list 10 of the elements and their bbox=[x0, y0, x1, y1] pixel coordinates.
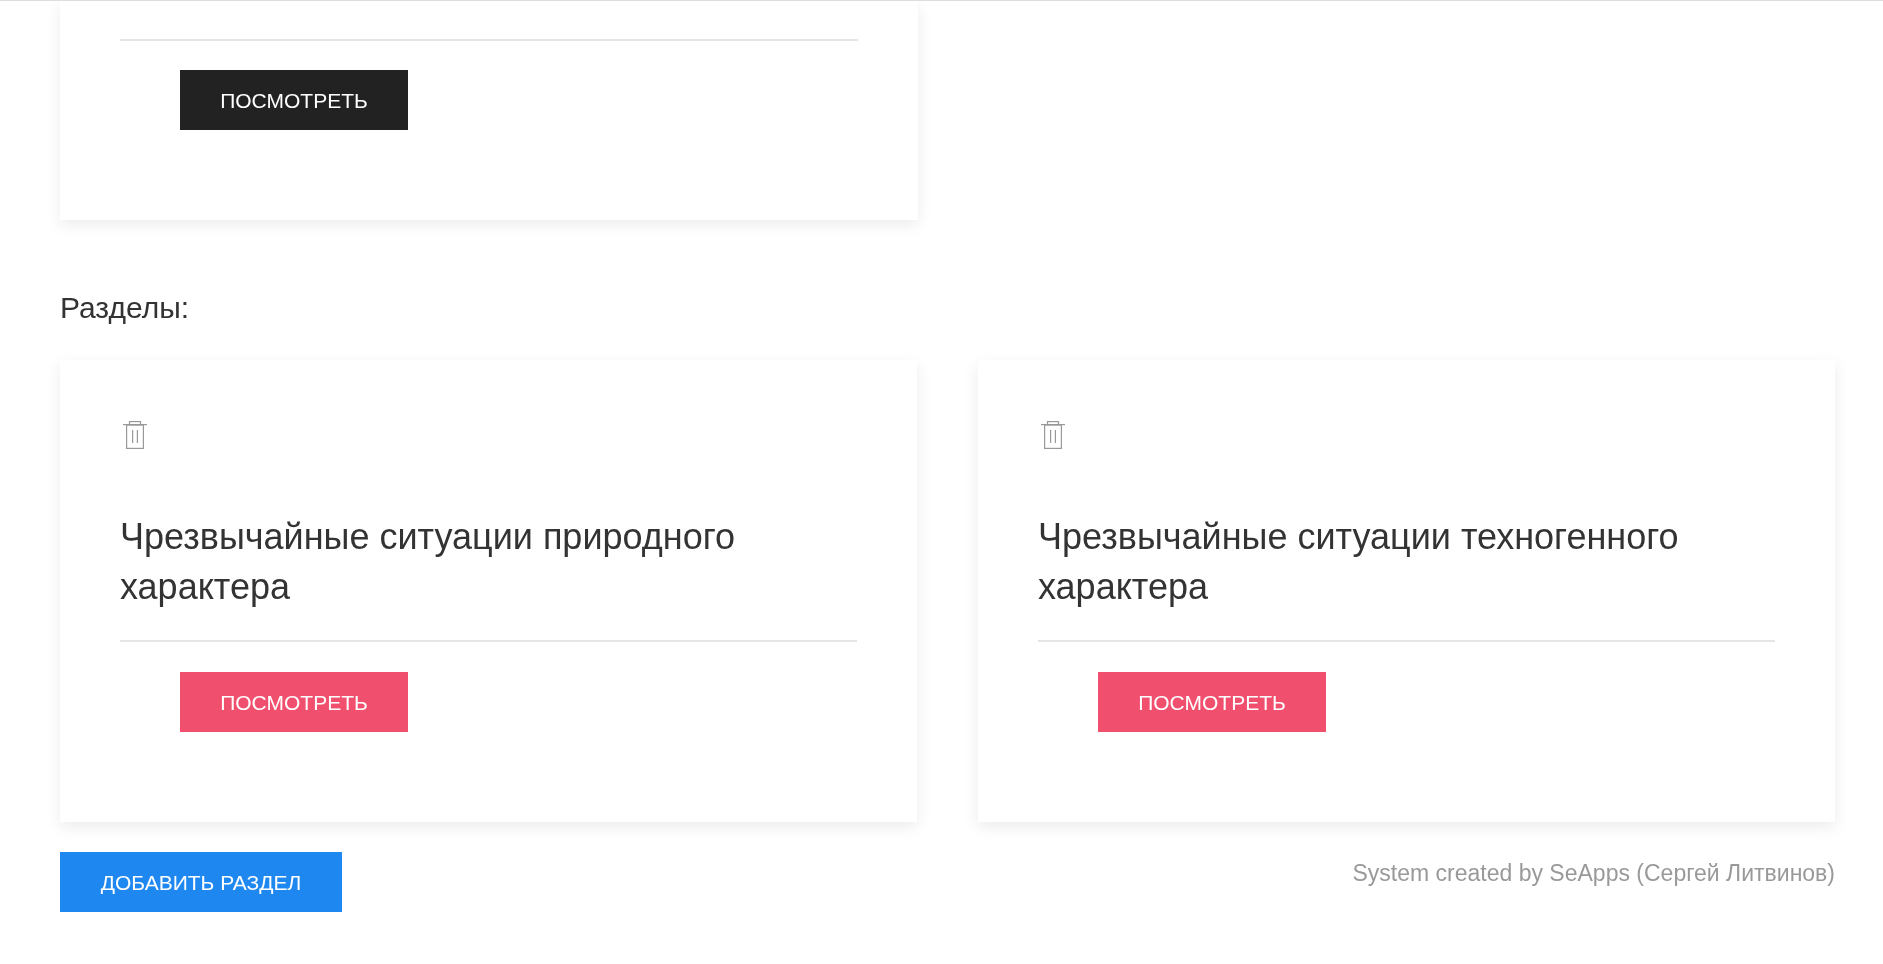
section-title: Чрезвычайные ситуации техногенного характера bbox=[1038, 515, 1680, 609]
add-section-button[interactable]: ДОБАВИТЬ РАЗДЕЛ bbox=[60, 852, 342, 912]
footer-credit: System created by SeApps (Сергей Литвинов) bbox=[1352, 859, 1835, 888]
section-title: Чрезвычайные ситуации природного характера bbox=[120, 515, 737, 609]
trash-icon[interactable] bbox=[123, 421, 147, 449]
view-button[interactable]: ПОСМОТРЕТЬ bbox=[180, 672, 408, 732]
view-button[interactable]: ПОСМОТРЕТЬ bbox=[180, 70, 408, 130]
sections-heading: Разделы: bbox=[60, 290, 190, 326]
view-button[interactable]: ПОСМОТРЕТЬ bbox=[1098, 672, 1326, 732]
trash-icon[interactable] bbox=[1041, 421, 1065, 449]
